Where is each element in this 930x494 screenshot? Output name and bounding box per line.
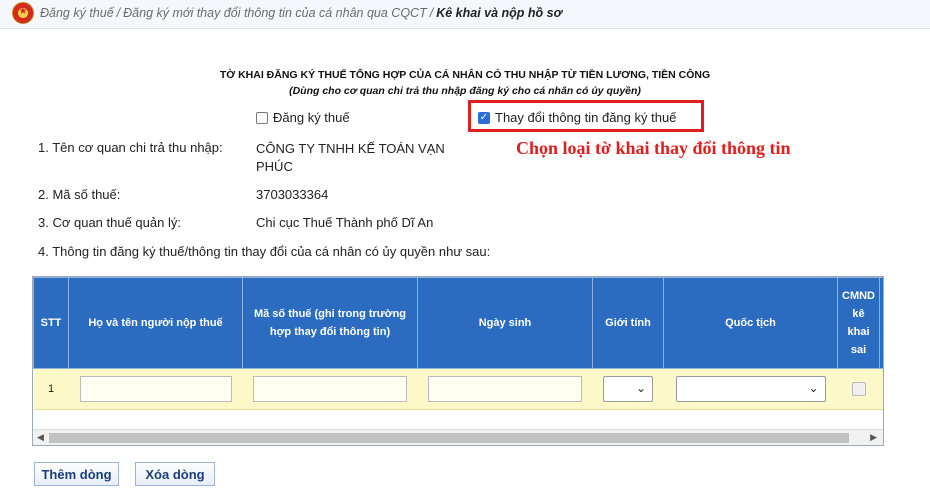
nationality-select[interactable]: ⌄ bbox=[675, 376, 826, 402]
cell-tax-code bbox=[242, 368, 418, 410]
taxpayer-table: STT Họ và tên người nộp thuế Mã số thuế … bbox=[33, 277, 883, 410]
gender-select[interactable]: ⌄ bbox=[603, 376, 653, 402]
annotation-text: Chọn loại tờ khai thay đổi thông tin bbox=[516, 138, 791, 158]
breadcrumb-current: Kê khai và nộp hồ sơ bbox=[436, 6, 562, 20]
chevron-down-icon: ⌄ bbox=[635, 381, 646, 395]
tax-office-value: Chi cục Thuế Thành phố Dĩ An bbox=[256, 215, 434, 230]
horizontal-scrollbar[interactable]: ◀ ▶ bbox=[33, 429, 883, 445]
breadcrumb-separator: / bbox=[116, 6, 121, 20]
scrollbar-thumb[interactable] bbox=[49, 433, 849, 443]
column-header-name: Họ và tên người nộp thuế bbox=[68, 277, 243, 369]
add-row-button[interactable]: Thêm dòng bbox=[34, 462, 119, 486]
tax-code-input[interactable] bbox=[253, 376, 407, 402]
delete-row-button[interactable]: Xóa dòng bbox=[135, 462, 215, 486]
scroll-left-icon[interactable]: ◀ bbox=[37, 432, 44, 443]
birthdate-input[interactable] bbox=[428, 376, 582, 402]
form-subtitle: (Dùng cho cơ quan chi trả thu nhập đăng … bbox=[289, 85, 641, 97]
scroll-right-icon[interactable]: ▶ bbox=[870, 432, 877, 443]
register-checkbox-label: Đăng ký thuế bbox=[273, 110, 350, 125]
cell-name bbox=[68, 368, 243, 410]
tax-code-value: 3703033364 bbox=[256, 187, 329, 202]
chevron-down-icon: ⌄ bbox=[808, 381, 819, 395]
payer-label: 1. Tên cơ quan chi trả thu nhập: bbox=[38, 140, 223, 155]
name-input[interactable] bbox=[79, 376, 232, 402]
payer-value: CÔNG TY TNHH KẾ TOÁN VẠN PHÚC bbox=[256, 141, 445, 174]
column-header-gender: Giới tính bbox=[592, 277, 664, 369]
info-label: 4. Thông tin đăng ký thuế/thông tin thay… bbox=[38, 244, 491, 259]
checkbox-unchecked-icon[interactable] bbox=[256, 111, 268, 124]
table-header-row: STT Họ và tên người nộp thuế Mã số thuế … bbox=[33, 277, 883, 369]
column-header-stt: STT bbox=[33, 277, 69, 369]
cell-id-wrong bbox=[837, 368, 880, 410]
column-header-id-wrong: CMND kê khai sai bbox=[837, 277, 880, 369]
taxpayer-grid: STT Họ và tên người nộp thuế Mã số thuế … bbox=[32, 276, 884, 446]
row-stt: 1 bbox=[33, 368, 69, 410]
table-row: 1 ⌄ ⌄ bbox=[33, 368, 883, 410]
tax-code-label: 2. Mã số thuế: bbox=[38, 187, 121, 202]
column-header-nationality: Quốc tịch bbox=[663, 277, 838, 369]
breadcrumb: Đăng ký thuế / Đăng ký mới thay đổi thông … bbox=[40, 6, 562, 20]
column-header-tax-code: Mã số thuế (ghi trong trường hợp thay đổ… bbox=[242, 277, 418, 369]
cell-gender: ⌄ bbox=[592, 368, 664, 410]
breadcrumb-link-change-info[interactable]: Đăng ký mới thay đổi thông tin của cá nh… bbox=[123, 6, 427, 20]
column-header-overflow bbox=[879, 277, 883, 369]
breadcrumb-link-register[interactable]: Đăng ký thuế bbox=[40, 6, 114, 20]
id-wrong-checkbox[interactable] bbox=[851, 382, 866, 396]
breadcrumb-separator: / bbox=[429, 6, 434, 20]
form-title: TỜ KHAI ĐĂNG KÝ THUẾ TỔNG HỢP CỦA CÁ NHÂ… bbox=[219, 69, 711, 81]
register-checkbox[interactable]: Đăng ký thuế bbox=[256, 110, 350, 125]
cell-birthdate bbox=[417, 368, 593, 410]
column-header-birthdate: Ngày sinh bbox=[417, 277, 593, 369]
cell-nationality: ⌄ bbox=[663, 368, 838, 410]
breadcrumb-bar: ★ Đăng ký thuế / Đăng ký mới thay đổi thôn… bbox=[0, 0, 930, 29]
cell-overflow bbox=[879, 368, 883, 410]
tax-office-label: 3. Cơ quan thuế quản lý: bbox=[38, 215, 181, 230]
national-emblem-icon: ★ bbox=[12, 2, 34, 24]
highlight-box bbox=[468, 100, 704, 132]
